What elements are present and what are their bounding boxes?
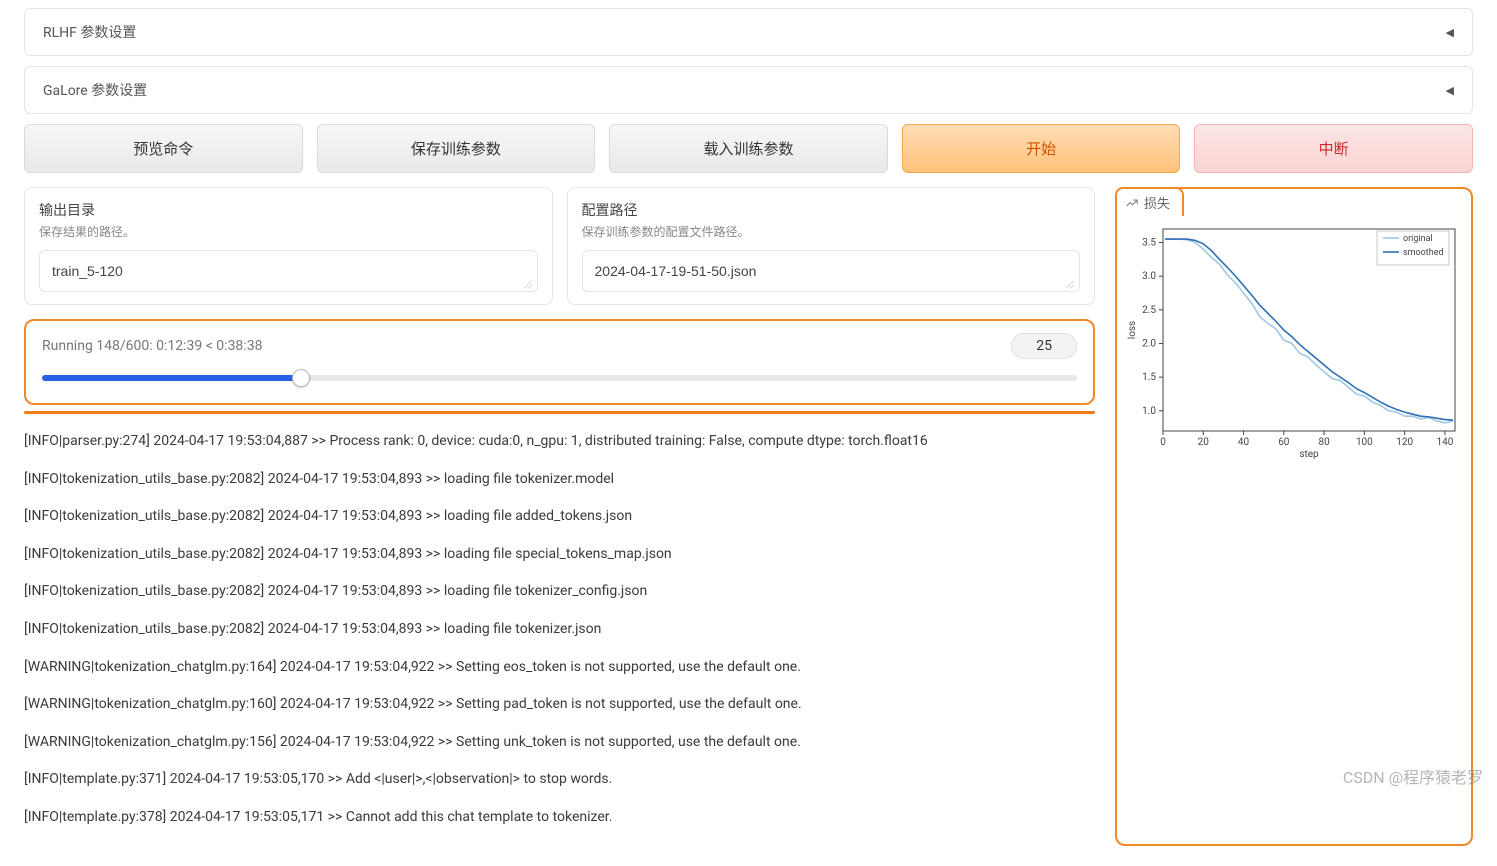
svg-text:100: 100 bbox=[1356, 437, 1373, 448]
config-path-label: 配置路径 bbox=[582, 200, 1081, 220]
svg-text:loss: loss bbox=[1127, 321, 1138, 339]
loss-chart-card: 损失 1.0 1.5 2.0 2.5 3.0 3.5 0 20 40 60 80 100 120 140 s… bbox=[1115, 187, 1473, 846]
output-dir-input[interactable] bbox=[39, 250, 538, 292]
svg-text:smoothed: smoothed bbox=[1403, 248, 1444, 258]
action-button-row: 预览命令 保存训练参数 载入训练参数 开始 中断 bbox=[24, 124, 1473, 173]
output-dir-desc: 保存结果的路径。 bbox=[39, 223, 538, 240]
svg-text:1.5: 1.5 bbox=[1142, 372, 1156, 383]
svg-text:140: 140 bbox=[1436, 437, 1453, 448]
svg-text:step: step bbox=[1299, 449, 1319, 460]
svg-text:0: 0 bbox=[1160, 437, 1166, 448]
svg-text:2.5: 2.5 bbox=[1142, 305, 1156, 316]
svg-text:40: 40 bbox=[1238, 437, 1250, 448]
stop-button[interactable]: 中断 bbox=[1194, 124, 1473, 173]
accordion-rlhf-label: RLHF 参数设置 bbox=[43, 22, 136, 42]
log-divider bbox=[24, 411, 1095, 414]
log-line: [INFO|template.py:371] 2024-04-17 19:53:… bbox=[24, 770, 1095, 790]
svg-text:20: 20 bbox=[1198, 437, 1210, 448]
save-params-button[interactable]: 保存训练参数 bbox=[317, 124, 596, 173]
config-path-desc: 保存训练参数的配置文件路径。 bbox=[582, 223, 1081, 240]
config-path-input[interactable] bbox=[582, 250, 1081, 292]
chevron-left-icon: ◀ bbox=[1446, 84, 1454, 97]
log-line: [WARNING|tokenization_chatglm.py:156] 20… bbox=[24, 733, 1095, 753]
svg-text:2.0: 2.0 bbox=[1142, 338, 1156, 349]
progress-bar[interactable] bbox=[42, 373, 1077, 383]
output-dir-label: 输出目录 bbox=[39, 200, 538, 220]
progress-card: Running 148/600: 0:12:39 < 0:38:38 25 bbox=[24, 319, 1095, 405]
load-params-button[interactable]: 载入训练参数 bbox=[609, 124, 888, 173]
svg-text:original: original bbox=[1403, 234, 1433, 244]
svg-text:3.0: 3.0 bbox=[1142, 271, 1156, 282]
log-line: [INFO|parser.py:274] 2024-04-17 19:53:04… bbox=[24, 432, 1095, 452]
log-line: [INFO|tokenization_utils_base.py:2082] 2… bbox=[24, 582, 1095, 602]
log-line: [INFO|tokenization_utils_base.py:2082] 2… bbox=[24, 470, 1095, 490]
accordion-galore[interactable]: GaLore 参数设置 ◀ bbox=[24, 66, 1473, 114]
preview-command-button[interactable]: 预览命令 bbox=[24, 124, 303, 173]
log-line: [INFO|tokenization_utils_base.py:2082] 2… bbox=[24, 545, 1095, 565]
log-line: [WARNING|tokenization_chatglm.py:164] 20… bbox=[24, 658, 1095, 678]
chevron-left-icon: ◀ bbox=[1446, 26, 1454, 39]
progress-value-badge: 25 bbox=[1011, 333, 1077, 359]
loss-chart-tab[interactable]: 损失 bbox=[1115, 187, 1184, 216]
svg-text:3.5: 3.5 bbox=[1142, 237, 1156, 248]
fields-row: 输出目录 保存结果的路径。 配置路径 保存训练参数的配置文件路径。 bbox=[24, 187, 1095, 305]
start-button[interactable]: 开始 bbox=[902, 124, 1181, 173]
loss-chart-plot: 1.0 1.5 2.0 2.5 3.0 3.5 0 20 40 60 80 100 120 140 step… bbox=[1125, 221, 1465, 461]
log-line: [INFO|tokenization_utils_base.py:2082] 2… bbox=[24, 620, 1095, 640]
svg-text:80: 80 bbox=[1318, 437, 1330, 448]
svg-text:60: 60 bbox=[1278, 437, 1290, 448]
loss-chart-tab-label: 损失 bbox=[1144, 193, 1170, 212]
svg-text:120: 120 bbox=[1396, 437, 1413, 448]
log-line: [INFO|tokenization_utils_base.py:2082] 2… bbox=[24, 507, 1095, 527]
accordion-rlhf[interactable]: RLHF 参数设置 ◀ bbox=[24, 8, 1473, 56]
log-line: [WARNING|tokenization_chatglm.py:160] 20… bbox=[24, 695, 1095, 715]
accordion-galore-label: GaLore 参数设置 bbox=[43, 80, 147, 100]
output-dir-card: 输出目录 保存结果的路径。 bbox=[24, 187, 553, 305]
config-path-card: 配置路径 保存训练参数的配置文件路径。 bbox=[567, 187, 1096, 305]
svg-text:1.0: 1.0 bbox=[1142, 406, 1156, 417]
chart-icon bbox=[1125, 196, 1139, 210]
log-output: [INFO|parser.py:274] 2024-04-17 19:53:04… bbox=[24, 432, 1095, 828]
progress-status-text: Running 148/600: 0:12:39 < 0:38:38 bbox=[42, 338, 262, 354]
log-line: [INFO|template.py:378] 2024-04-17 19:53:… bbox=[24, 808, 1095, 828]
